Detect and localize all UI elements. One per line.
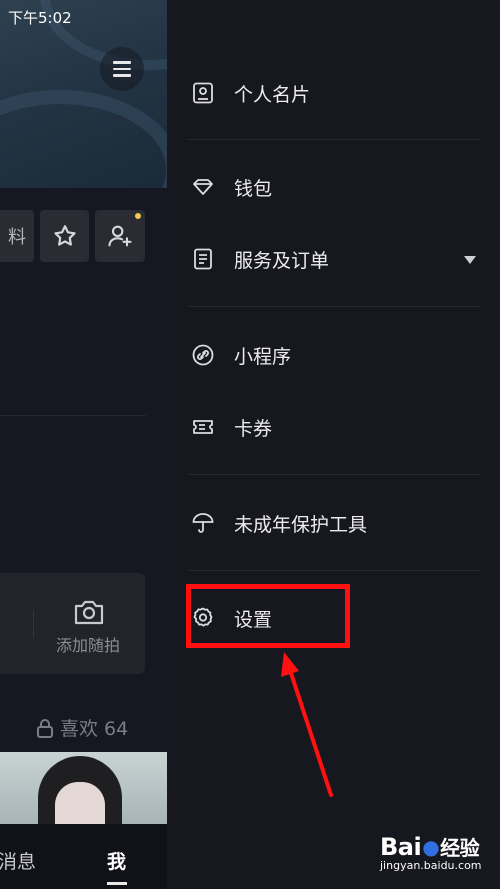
add-user-icon bbox=[108, 225, 132, 247]
hamburger-menu-icon[interactable] bbox=[100, 47, 144, 91]
drawer-item-mini-programs[interactable]: 小程序 bbox=[190, 335, 291, 375]
likes-label: 喜欢 64 bbox=[60, 718, 129, 740]
annotation-highlight-box bbox=[186, 584, 350, 648]
active-tab-indicator bbox=[107, 882, 127, 885]
divider bbox=[188, 474, 480, 475]
baidu-jingyan-watermark: Bai ● 经验 jingyan.baidu.com bbox=[380, 832, 492, 873]
drawer-item-label: 小程序 bbox=[234, 345, 292, 368]
tab-me[interactable]: 我 bbox=[107, 847, 126, 874]
divider bbox=[188, 139, 480, 140]
paw-logo-icon: ● bbox=[422, 834, 440, 859]
tab-messages[interactable]: 消息 bbox=[0, 847, 36, 874]
add-snapshot-label[interactable]: 添加随拍 bbox=[56, 632, 120, 656]
divider bbox=[188, 306, 480, 307]
background-profile-page: 料 添加随拍 喜欢 64 消息 我 bbox=[0, 0, 167, 889]
contact-card-icon bbox=[190, 80, 216, 106]
star-icon bbox=[53, 225, 76, 246]
status-time: 下午5:02 bbox=[8, 9, 72, 27]
watermark-brand-suffix: 经验 bbox=[440, 836, 480, 860]
drawer-item-label: 未成年保护工具 bbox=[234, 513, 368, 536]
list-document-icon bbox=[190, 246, 216, 272]
diamond-icon bbox=[190, 174, 216, 200]
drawer-item-services-orders[interactable]: 服务及订单 bbox=[190, 239, 329, 279]
umbrella-icon bbox=[190, 510, 216, 536]
favorite-button[interactable] bbox=[40, 210, 89, 262]
notification-dot bbox=[135, 213, 141, 219]
drawer-item-minor-protection[interactable]: 未成年保护工具 bbox=[190, 503, 367, 543]
camera-icon[interactable] bbox=[73, 598, 105, 626]
drawer-item-wallet[interactable]: 钱包 bbox=[190, 167, 272, 207]
lock-icon bbox=[37, 718, 53, 738]
drawer-item-coupons[interactable]: 卡券 bbox=[190, 407, 272, 447]
link-icon bbox=[190, 342, 216, 368]
watermark-brand: Bai bbox=[380, 832, 422, 861]
add-friend-button[interactable] bbox=[95, 210, 145, 262]
divider bbox=[0, 415, 146, 416]
drawer-item-label: 个人名片 bbox=[234, 83, 311, 106]
drawer-item-label: 服务及订单 bbox=[234, 249, 330, 272]
chevron-down-icon[interactable] bbox=[464, 256, 476, 264]
divider bbox=[188, 570, 480, 571]
drawer-item-label: 卡券 bbox=[234, 417, 273, 440]
watermark-url: jingyan.baidu.com bbox=[380, 859, 482, 872]
drawer-item-label: 钱包 bbox=[234, 177, 273, 200]
likes-tab[interactable]: 喜欢 64 bbox=[36, 714, 128, 741]
ticket-icon bbox=[190, 414, 216, 440]
edit-profile-label: 料 bbox=[8, 227, 26, 248]
drawer-item-business-card[interactable]: 个人名片 bbox=[190, 73, 310, 113]
profile-cover bbox=[0, 0, 167, 188]
edit-profile-button[interactable]: 料 bbox=[0, 210, 34, 262]
